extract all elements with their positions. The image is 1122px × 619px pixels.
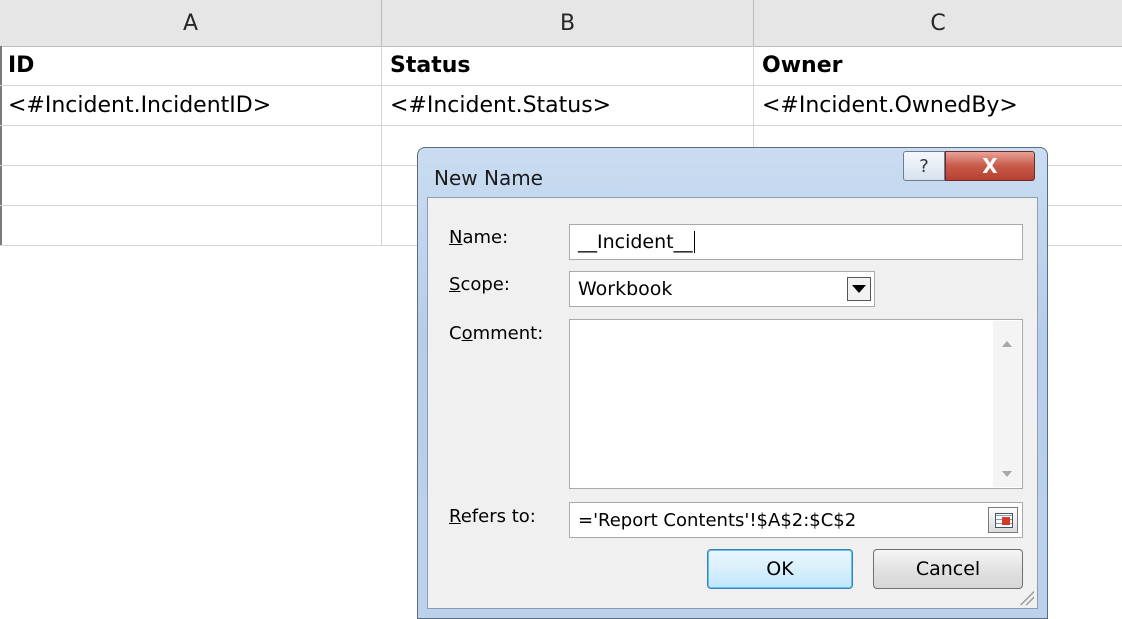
refers-to-label: Refers to: [449, 506, 536, 527]
column-header-c[interactable]: C [754, 0, 1122, 46]
title-bar-buttons: ? X [903, 151, 1035, 181]
ok-button[interactable]: OK [707, 549, 853, 589]
table-row: ID Status Owner [0, 46, 1122, 86]
column-headers: A B C [0, 0, 1122, 47]
name-input[interactable]: __Incident__ [569, 224, 1023, 260]
range-select-icon[interactable] [988, 507, 1018, 533]
comment-scrollbar[interactable] [993, 321, 1021, 487]
table-row: <#Incident.IncidentID> <#Incident.Status… [0, 86, 1122, 126]
cell-b1[interactable]: Status [382, 46, 754, 86]
name-input-value: __Incident__ [578, 231, 693, 253]
cell-b2[interactable]: <#Incident.Status> [382, 86, 754, 126]
cancel-button[interactable]: Cancel [873, 549, 1023, 589]
scope-select-value: Workbook [578, 278, 673, 300]
cell-a2[interactable]: <#Incident.IncidentID> [0, 86, 382, 126]
scroll-up-icon[interactable] [1002, 341, 1012, 347]
comment-label: Comment: [449, 323, 544, 344]
scope-select[interactable]: Workbook [569, 271, 875, 307]
cell-c1[interactable]: Owner [754, 46, 1122, 86]
close-button[interactable]: X [945, 151, 1035, 181]
scope-label: Scope: [449, 274, 510, 295]
close-icon: X [982, 154, 998, 178]
cell-a5[interactable] [0, 206, 382, 246]
dialog-title: New Name [434, 166, 543, 190]
name-label: Name: [449, 227, 509, 248]
cell-c2[interactable]: <#Incident.OwnedBy> [754, 86, 1122, 126]
resize-grip-icon[interactable] [1018, 589, 1034, 605]
text-caret [693, 231, 695, 253]
chevron-down-icon[interactable] [847, 277, 871, 301]
refers-to-input[interactable]: ='Report Contents'!$A$2:$C$2 [569, 502, 1023, 538]
comment-textarea[interactable] [569, 319, 1023, 489]
dialog-body: Name: __Incident__ Scope: Workbook Comme… [427, 197, 1038, 609]
help-icon: ? [919, 155, 929, 177]
cell-a3[interactable] [0, 126, 382, 166]
help-button[interactable]: ? [903, 151, 945, 181]
refers-to-value: ='Report Contents'!$A$2:$C$2 [578, 509, 857, 531]
cell-a1[interactable]: ID [0, 46, 382, 86]
column-header-b[interactable]: B [382, 0, 754, 46]
scroll-down-icon[interactable] [1002, 471, 1012, 477]
column-header-a[interactable]: A [0, 0, 382, 46]
cell-a4[interactable] [0, 166, 382, 206]
new-name-dialog: New Name ? X Name: __Incident__ Scope: W… [417, 147, 1048, 619]
